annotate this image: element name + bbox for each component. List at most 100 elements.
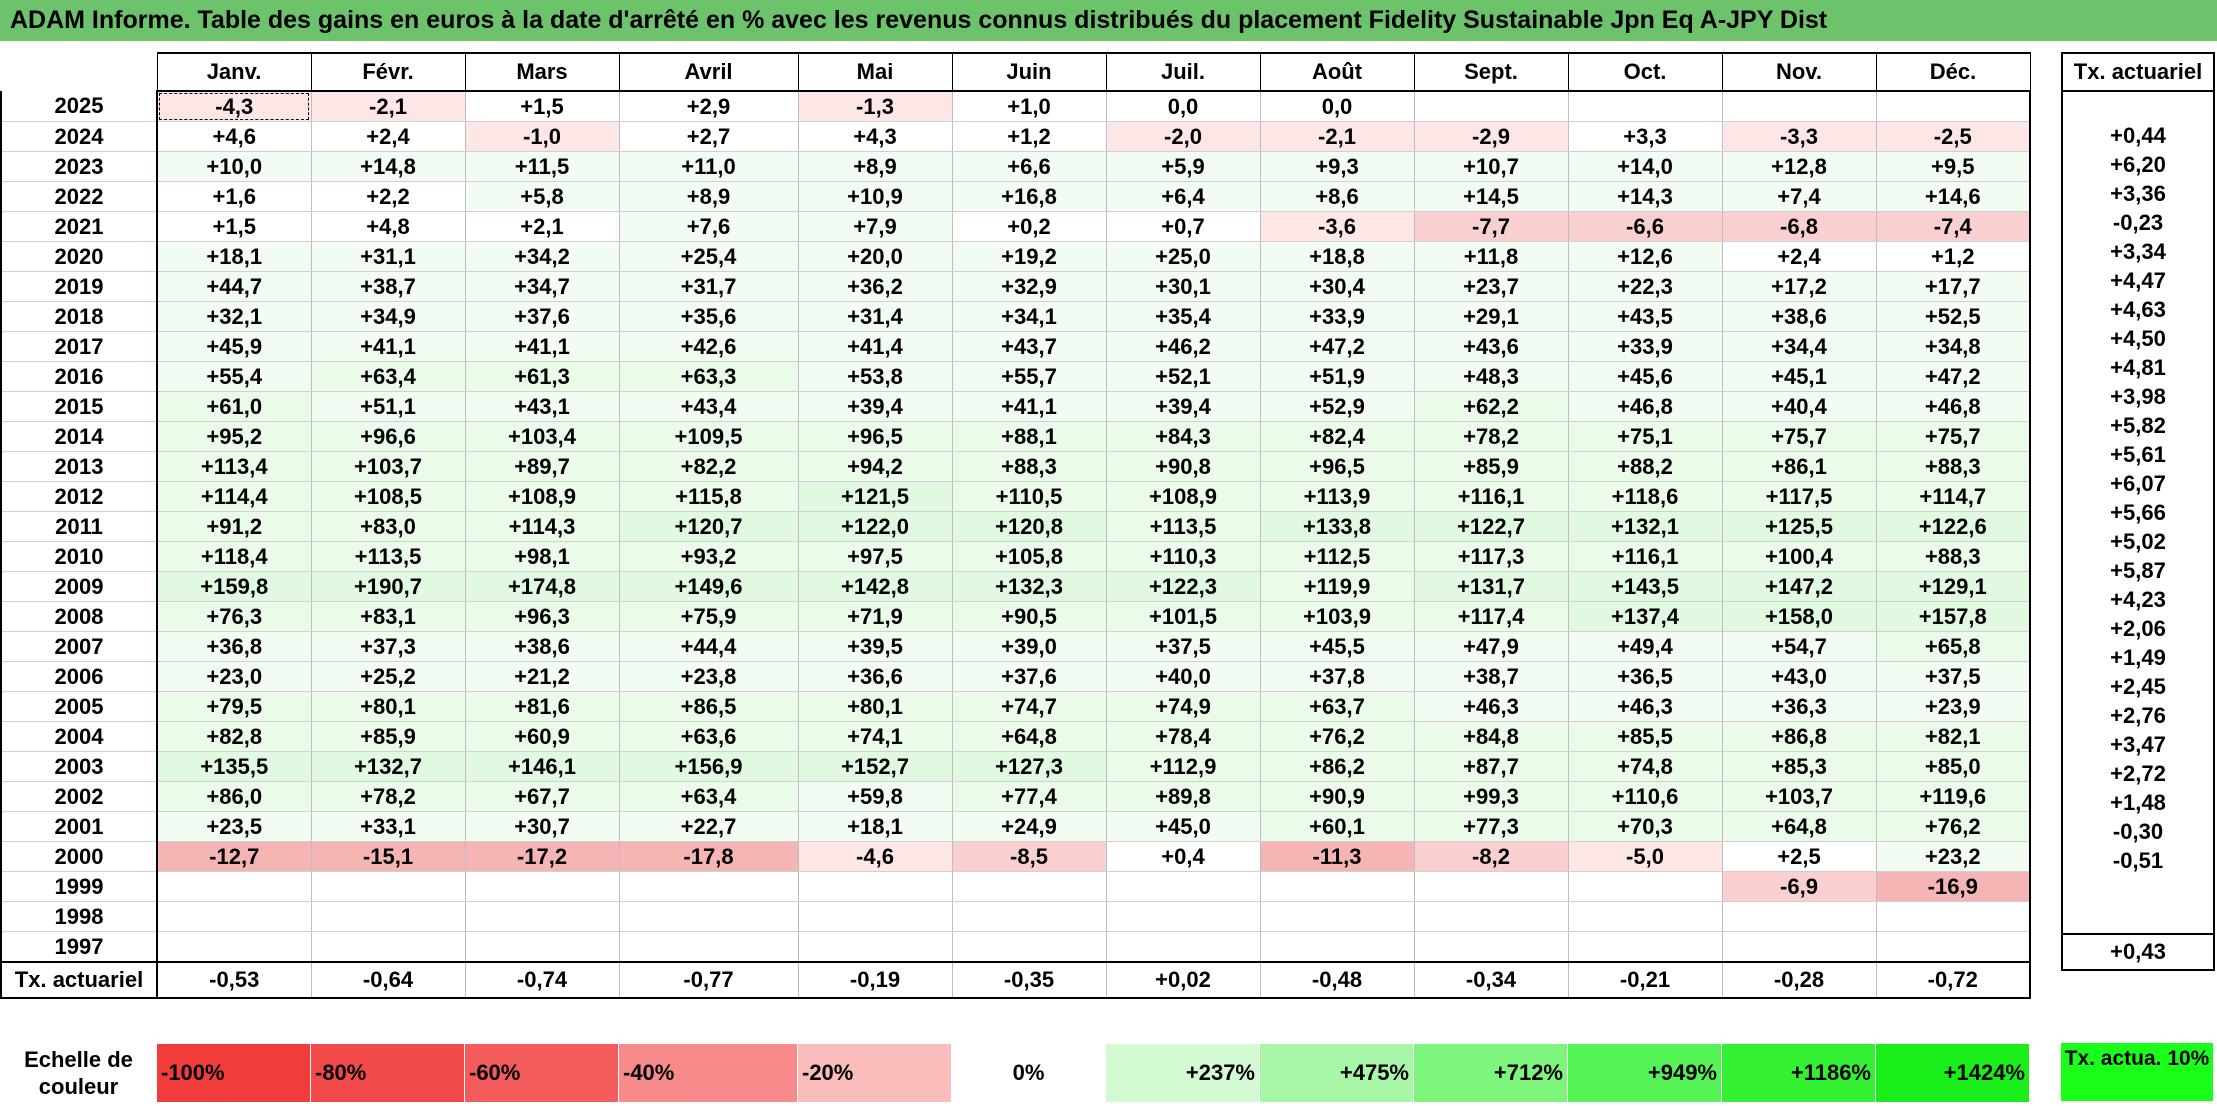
gain-cell[interactable]: +103,7: [310, 451, 466, 482]
gain-cell[interactable]: +23,0: [156, 661, 312, 692]
gain-cell[interactable]: +46,3: [1413, 691, 1569, 722]
gain-cell[interactable]: +2,4: [1721, 241, 1877, 272]
gain-cell[interactable]: -6,8: [1721, 211, 1877, 242]
gain-cell[interactable]: [1875, 91, 2031, 122]
gain-cell[interactable]: +97,5: [797, 541, 953, 572]
gain-cell[interactable]: +33,9: [1567, 331, 1723, 362]
gain-cell[interactable]: +135,5: [156, 751, 312, 782]
gain-cell[interactable]: [310, 871, 466, 902]
gain-cell[interactable]: +8,9: [618, 181, 799, 212]
gain-cell[interactable]: +93,2: [618, 541, 799, 572]
gain-cell[interactable]: +43,0: [1721, 661, 1877, 692]
gain-cell[interactable]: +34,1: [951, 301, 1107, 332]
gain-cell[interactable]: +52,9: [1259, 391, 1415, 422]
gain-cell[interactable]: +2,5: [1721, 841, 1877, 872]
gain-cell[interactable]: +122,7: [1413, 511, 1569, 542]
gain-cell[interactable]: +79,5: [156, 691, 312, 722]
gain-cell[interactable]: +100,4: [1721, 541, 1877, 572]
gain-cell[interactable]: +12,8: [1721, 151, 1877, 182]
gain-cell[interactable]: +95,2: [156, 421, 312, 452]
gain-cell[interactable]: +143,5: [1567, 571, 1723, 602]
gain-cell[interactable]: +75,7: [1875, 421, 2031, 452]
gain-cell[interactable]: +18,8: [1259, 241, 1415, 272]
gain-cell[interactable]: +31,7: [618, 271, 799, 302]
gain-cell[interactable]: +8,9: [797, 151, 953, 182]
gain-cell[interactable]: +37,3: [310, 631, 466, 662]
gain-cell[interactable]: 0,0: [1259, 91, 1415, 122]
gain-cell[interactable]: [1567, 871, 1723, 902]
gain-cell[interactable]: +158,0: [1721, 601, 1877, 632]
gain-cell[interactable]: [618, 931, 799, 963]
gain-cell[interactable]: +78,4: [1105, 721, 1261, 752]
gain-cell[interactable]: +11,5: [464, 151, 620, 182]
gain-cell[interactable]: +45,6: [1567, 361, 1723, 392]
gain-cell[interactable]: [310, 901, 466, 932]
gain-cell[interactable]: +20,0: [797, 241, 953, 272]
gain-cell[interactable]: +77,3: [1413, 811, 1569, 842]
gain-cell[interactable]: +3,3: [1567, 121, 1723, 152]
gain-cell[interactable]: +82,4: [1259, 421, 1415, 452]
gain-cell[interactable]: +82,1: [1875, 721, 2031, 752]
gain-cell[interactable]: +132,1: [1567, 511, 1723, 542]
gain-cell[interactable]: +82,8: [156, 721, 312, 752]
gain-cell[interactable]: [1413, 931, 1569, 963]
gain-cell[interactable]: +36,5: [1567, 661, 1723, 692]
gain-cell[interactable]: -6,6: [1567, 211, 1723, 242]
gain-cell[interactable]: +96,5: [1259, 451, 1415, 482]
gain-cell[interactable]: +38,7: [1413, 661, 1569, 692]
gain-cell[interactable]: +2,2: [310, 181, 466, 212]
gain-cell[interactable]: +11,8: [1413, 241, 1569, 272]
gain-cell[interactable]: +156,9: [618, 751, 799, 782]
gain-cell[interactable]: +37,5: [1105, 631, 1261, 662]
gain-cell[interactable]: +36,2: [797, 271, 953, 302]
gain-cell[interactable]: +82,2: [618, 451, 799, 482]
gain-cell[interactable]: +83,0: [310, 511, 466, 542]
gain-cell[interactable]: +110,5: [951, 481, 1107, 512]
gain-cell[interactable]: +142,8: [797, 571, 953, 602]
gain-cell[interactable]: +1,2: [951, 121, 1107, 152]
gain-cell[interactable]: +113,4: [156, 451, 312, 482]
gain-cell[interactable]: +152,7: [797, 751, 953, 782]
gain-cell[interactable]: +45,9: [156, 331, 312, 362]
gain-cell[interactable]: +110,6: [1567, 781, 1723, 812]
gain-cell[interactable]: +36,3: [1721, 691, 1877, 722]
gain-cell[interactable]: -8,2: [1413, 841, 1569, 872]
gain-cell[interactable]: +77,4: [951, 781, 1107, 812]
gain-cell[interactable]: -17,8: [618, 841, 799, 872]
gain-cell[interactable]: +110,3: [1105, 541, 1261, 572]
gain-cell[interactable]: [1567, 91, 1723, 122]
gain-cell[interactable]: +47,2: [1259, 331, 1415, 362]
gain-cell[interactable]: +120,8: [951, 511, 1107, 542]
gain-cell[interactable]: +46,8: [1567, 391, 1723, 422]
gain-cell[interactable]: +131,7: [1413, 571, 1569, 602]
gain-cell[interactable]: +12,6: [1567, 241, 1723, 272]
gain-cell[interactable]: +8,6: [1259, 181, 1415, 212]
gain-cell[interactable]: [797, 931, 953, 963]
gain-cell[interactable]: +74,1: [797, 721, 953, 752]
gain-cell[interactable]: +80,1: [797, 691, 953, 722]
gain-cell[interactable]: +118,4: [156, 541, 312, 572]
gain-cell[interactable]: +38,6: [1721, 301, 1877, 332]
gain-cell[interactable]: +59,8: [797, 781, 953, 812]
gain-cell[interactable]: +18,1: [797, 811, 953, 842]
gain-cell[interactable]: -2,9: [1413, 121, 1569, 152]
gain-cell[interactable]: [1875, 901, 2031, 932]
gain-cell[interactable]: +41,1: [951, 391, 1107, 422]
gain-cell[interactable]: +81,6: [464, 691, 620, 722]
gain-cell[interactable]: +108,5: [310, 481, 466, 512]
gain-cell[interactable]: +103,7: [1721, 781, 1877, 812]
gain-cell[interactable]: +129,1: [1875, 571, 2031, 602]
gain-cell[interactable]: +55,7: [951, 361, 1107, 392]
gain-cell[interactable]: +37,6: [951, 661, 1107, 692]
gain-cell[interactable]: +52,1: [1105, 361, 1261, 392]
gain-cell[interactable]: +2,9: [618, 91, 799, 122]
gain-cell[interactable]: +0,2: [951, 211, 1107, 242]
gain-cell[interactable]: [1413, 871, 1569, 902]
gain-cell[interactable]: -2,5: [1875, 121, 2031, 152]
gain-cell[interactable]: +45,1: [1721, 361, 1877, 392]
gain-cell[interactable]: +46,2: [1105, 331, 1261, 362]
gain-cell[interactable]: +103,4: [464, 421, 620, 452]
gain-cell[interactable]: +40,0: [1105, 661, 1261, 692]
gain-cell[interactable]: [797, 871, 953, 902]
gain-cell[interactable]: +25,2: [310, 661, 466, 692]
